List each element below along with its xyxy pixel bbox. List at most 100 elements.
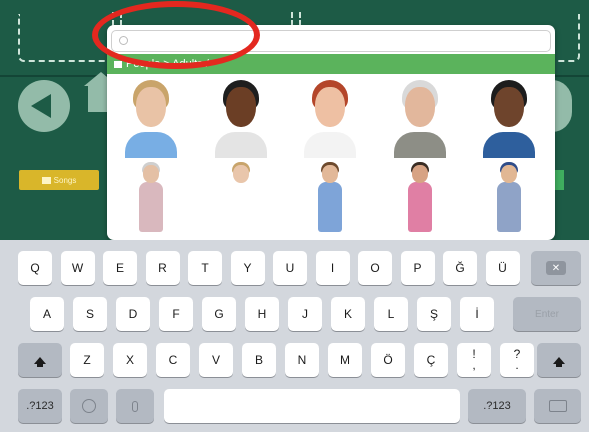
key-label: A [42, 306, 51, 321]
space-bar[interactable] [164, 389, 460, 423]
key-label: Ç [426, 352, 436, 367]
key-N[interactable]: N [285, 343, 319, 377]
folder-icon [41, 176, 51, 184]
key-label: J [302, 306, 308, 321]
key-R[interactable]: R [145, 251, 180, 285]
key-label: Y [243, 260, 252, 275]
key-X[interactable]: X [113, 343, 147, 377]
keyboard-hide-icon [548, 400, 567, 412]
key-L[interactable]: L [374, 297, 408, 331]
image-tile-woman-pink-dress[interactable] [376, 158, 464, 238]
key-S[interactable]: S [73, 297, 107, 331]
key-M[interactable]: M [328, 343, 362, 377]
microphone-icon [132, 400, 138, 412]
dictation-key[interactable] [116, 389, 154, 423]
key-Q[interactable]: Q [18, 251, 52, 285]
key-label: R [158, 260, 167, 275]
key-O[interactable]: O [358, 251, 392, 285]
shift-key-right[interactable] [537, 343, 581, 377]
key-T[interactable]: T [188, 251, 222, 285]
numbers-key-right[interactable]: .?123 [468, 389, 526, 423]
globe-key[interactable] [70, 389, 108, 423]
image-tile-woman-blonde[interactable] [107, 76, 195, 158]
image-tile-woman-sitting[interactable] [197, 158, 285, 238]
man-sunglasses-picture [211, 78, 271, 158]
key-!,[interactable]: ! , [457, 343, 491, 377]
back-button[interactable] [18, 80, 70, 132]
image-tile-woman-with-baby[interactable] [286, 158, 374, 238]
key-label: V [211, 352, 220, 367]
songs-button[interactable]: Songs [19, 170, 99, 190]
key-label: G [214, 306, 224, 321]
hide-keyboard-key[interactable] [534, 389, 581, 423]
back-arrow-icon [31, 94, 51, 118]
key-Y[interactable]: Y [230, 251, 265, 285]
image-tile-woman-surprised[interactable] [286, 76, 374, 158]
return-key[interactable]: Enter [513, 297, 581, 331]
key-label: M [340, 352, 350, 367]
key-label: K [343, 306, 352, 321]
key-label: F [172, 306, 180, 321]
woman-with-baby-picture [300, 160, 360, 240]
key-label: Ş [429, 306, 438, 321]
key-label: N [297, 352, 307, 367]
key-B[interactable]: B [242, 343, 276, 377]
shift-icon [553, 356, 565, 367]
image-picker-popover: People > Adults / [107, 25, 555, 240]
police-officer-picture [479, 160, 539, 240]
image-tile-man-smiling[interactable] [465, 76, 553, 158]
image-tile-police-officer[interactable] [465, 158, 553, 238]
key-Ü[interactable]: Ü [485, 251, 520, 285]
breadcrumb[interactable]: People > Adults / [107, 54, 555, 74]
woman-blonde-picture [121, 78, 181, 158]
key-label: X [125, 352, 134, 367]
key-Ö[interactable]: Ö [371, 343, 405, 377]
key-label: Z [83, 352, 91, 367]
key-label: T [201, 260, 209, 275]
search-field[interactable] [111, 30, 551, 52]
key-P[interactable]: P [400, 251, 435, 285]
key-V[interactable]: V [199, 343, 233, 377]
key-label: C [168, 352, 178, 367]
search-input[interactable] [132, 33, 542, 49]
songs-label: Songs [53, 175, 77, 185]
key-label: ? . [513, 347, 521, 372]
key-label: Q [30, 260, 40, 275]
key-Ç[interactable]: Ç [414, 343, 448, 377]
backspace-icon: ✕ [545, 261, 567, 275]
return-key-label: Enter [535, 308, 559, 320]
numbers-key-label: .?123 [483, 400, 511, 412]
key-E[interactable]: E [103, 251, 137, 285]
forward-button[interactable] [552, 80, 572, 132]
key-C[interactable]: C [156, 343, 190, 377]
key-label: P [413, 260, 422, 275]
image-tile-man-sunglasses[interactable] [197, 76, 285, 158]
key-D[interactable]: D [116, 297, 150, 331]
shift-key-left[interactable] [18, 343, 62, 377]
woman-sitting-picture [211, 160, 271, 240]
key-?.[interactable]: ? . [500, 343, 534, 377]
numbers-key-left[interactable]: .?123 [18, 389, 62, 423]
backspace-key[interactable]: ✕ [531, 251, 581, 285]
key-A[interactable]: A [30, 297, 64, 331]
elderly-woman-seated-picture [121, 160, 181, 240]
key-W[interactable]: W [60, 251, 95, 285]
key-label: Ğ [455, 260, 465, 275]
numbers-key-label: .?123 [26, 400, 54, 412]
image-tile-elderly-man-suit[interactable] [376, 76, 464, 158]
key-U[interactable]: U [273, 251, 307, 285]
key-Ş[interactable]: Ş [417, 297, 451, 331]
key-Ğ[interactable]: Ğ [443, 251, 477, 285]
key-F[interactable]: F [159, 297, 193, 331]
search-icon [119, 36, 128, 45]
image-tile-elderly-woman-seated[interactable] [107, 158, 195, 238]
key-K[interactable]: K [331, 297, 365, 331]
key-J[interactable]: J [288, 297, 322, 331]
key-I[interactable]: I [315, 251, 350, 285]
key-G[interactable]: G [202, 297, 236, 331]
key-İ[interactable]: İ [460, 297, 494, 331]
globe-icon [82, 399, 96, 413]
key-H[interactable]: H [245, 297, 279, 331]
breadcrumb-label: People > Adults / [126, 58, 209, 70]
key-Z[interactable]: Z [70, 343, 104, 377]
